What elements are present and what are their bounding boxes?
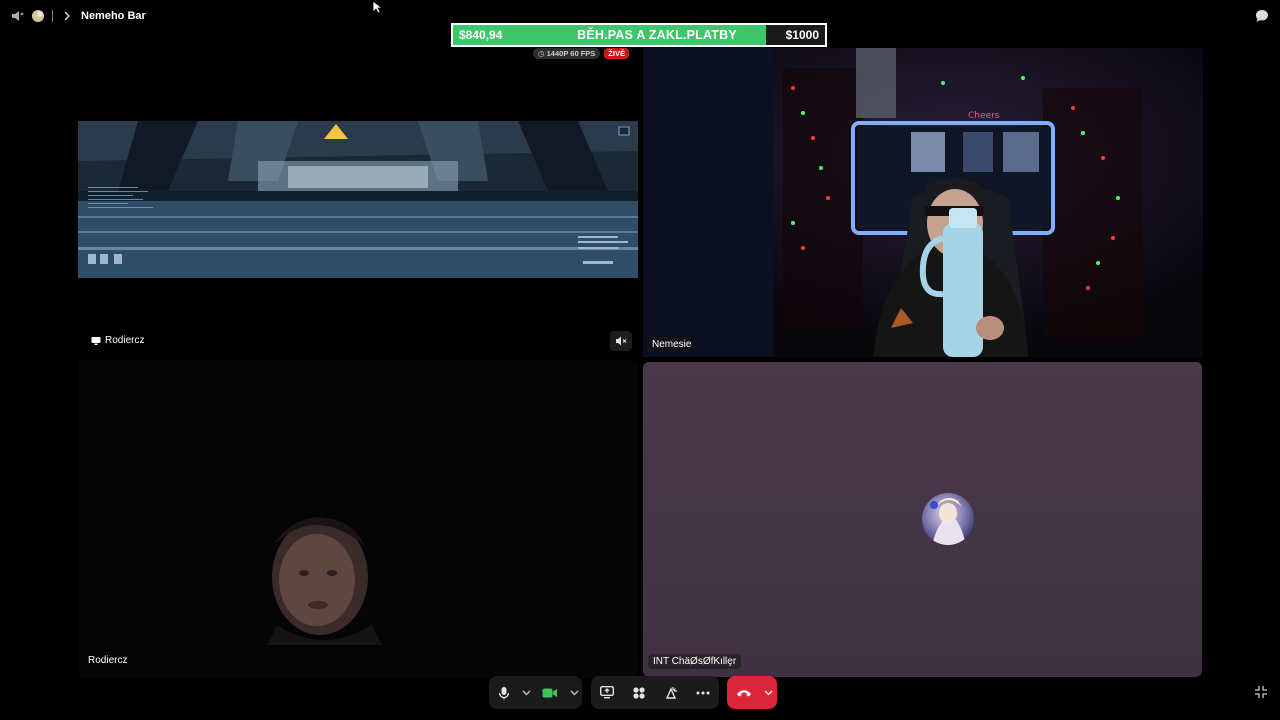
camera-button[interactable] [533,676,567,709]
screen-share-label: Rodiercz [86,333,149,348]
stream-quality-text: 1440P 60 FPS [546,49,596,58]
soundboard-icon [665,686,677,699]
participant-name-nemesie: Nemesie [647,337,697,352]
chevron-down-icon [764,690,772,695]
activity-controls [591,676,719,709]
microphone-icon [498,686,510,699]
activities-icon [633,686,645,699]
activities-button[interactable] [623,676,655,709]
video-tile-nemesie[interactable]: Cheers Nemesie [643,48,1203,357]
volume-muted-icon [616,336,627,346]
stream-info: ◷ 1440P 60 FPS ŽIVĚ [533,48,629,59]
microphone-button[interactable] [489,676,519,709]
share-screen-button[interactable] [591,676,623,709]
chevron-right-icon [60,9,74,23]
webcam-feed: Cheers [643,48,1203,357]
live-badge: ŽIVĚ [604,48,629,59]
more-options-button[interactable] [687,676,719,709]
game-screen-feed [78,121,638,278]
disconnect-group [727,676,777,709]
chat-icon[interactable] [1254,8,1270,24]
stream-quality-badge: ◷ 1440P 60 FPS [533,48,601,59]
eye-icon: ◷ [538,49,545,58]
screen-share-tile[interactable] [78,121,638,278]
mouse-cursor-icon [372,0,382,14]
av-controls [489,676,582,709]
avatar [922,493,974,545]
participant-name-rodiercz: Rodiercz [83,653,132,668]
mute-stream-button[interactable] [610,331,632,351]
call-controls [0,676,1280,710]
video-camera-icon [542,688,557,697]
disconnect-button[interactable] [727,676,761,709]
server-icon[interactable] [31,9,45,23]
monitor-icon [91,336,101,345]
call-window: Nemeho Bar Cheers Nemesie Rodiercz Rodie… [0,0,1280,720]
video-tile-chaos[interactable]: INT ChäØsØfKıllȩr [643,362,1202,677]
svg-text:Cheers: Cheers [968,111,1000,121]
webcam-feed [267,517,382,645]
microphone-options-button[interactable] [519,676,533,709]
speaker-icon[interactable] [10,9,24,23]
goal-current-amount: $840,94 [459,28,503,42]
chevron-down-icon [522,690,530,695]
soundboard-button[interactable] [655,676,687,709]
participant-name-chaos: INT ChäØsØfKıllȩr [648,654,742,669]
exit-fullscreen-icon[interactable] [1254,685,1268,699]
more-dots-icon [696,691,710,694]
participant-name: Rodiercz [88,655,128,666]
share-screen-icon [600,686,614,699]
donation-goal-bar: $840,94 BĚH.PAS A ZAKL.PLATBY $1000 [451,23,827,47]
disconnect-options-button[interactable] [761,676,775,709]
phone-hangup-icon [737,689,751,696]
participant-name: Nemesie [652,339,692,350]
participant-name: INT ChäØsØfKıllȩr [653,656,737,667]
breadcrumb: Nemeho Bar [0,9,146,23]
channel-title: Nemeho Bar [81,10,146,22]
camera-options-button[interactable] [567,676,581,709]
screen-share-owner: Rodiercz [105,335,145,346]
goal-label: BĚH.PAS A ZAKL.PLATBY [577,28,737,42]
chevron-down-icon [570,690,578,695]
divider [52,10,53,22]
goal-target-amount: $1000 [785,28,819,42]
